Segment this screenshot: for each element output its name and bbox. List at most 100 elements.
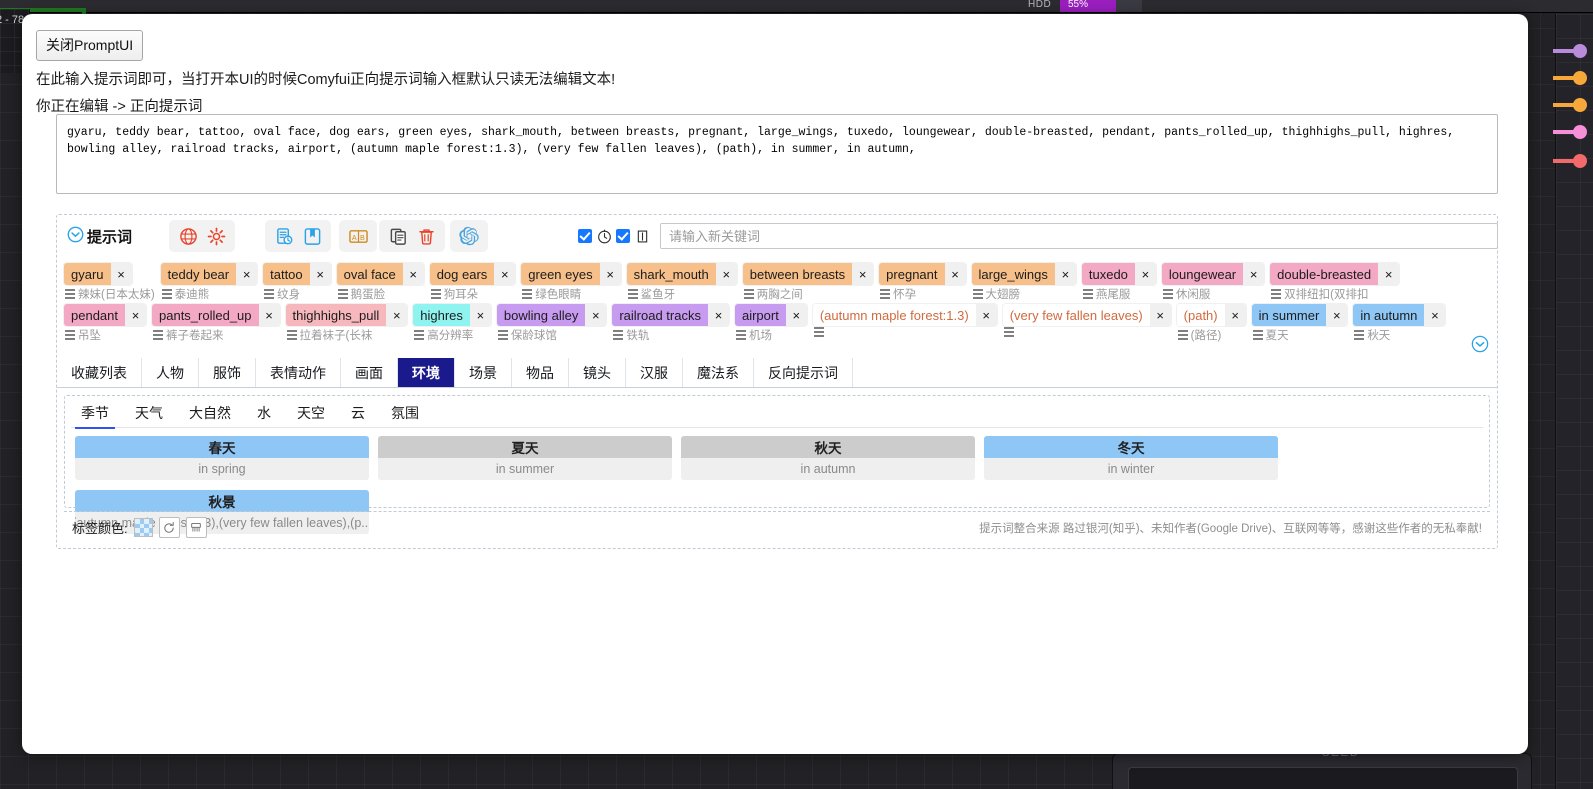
tag-remove-icon[interactable]: × [470,304,491,326]
color-swatch[interactable] [134,518,153,537]
tag-remove-icon[interactable]: × [1243,263,1264,285]
tag-chip[interactable]: loungewear× [1162,263,1264,285]
tag-chip[interactable]: in summer× [1252,304,1348,326]
tag-remove-icon[interactable]: × [976,304,997,326]
tag-translation-label: 两胸之间 [757,286,803,302]
node-port[interactable] [1555,125,1593,139]
tag-remove-icon[interactable]: × [1225,304,1246,326]
tag-remove-icon[interactable]: × [708,304,729,326]
tag-chip[interactable]: oval face× [337,263,424,285]
tag-chip[interactable]: in autumn× [1353,304,1445,326]
tag-chip[interactable]: (very few fallen leaves)× [1003,304,1171,326]
tab-镜头[interactable]: 镜头 [569,358,626,387]
tag-chip[interactable]: highres× [413,304,491,326]
tag-remove-icon[interactable]: × [236,263,257,285]
tab-表情动作[interactable]: 表情动作 [256,358,341,387]
tag-chip[interactable]: between breasts× [743,263,873,285]
node-port[interactable] [1555,71,1593,85]
tag-chip[interactable]: (autumn maple forest:1.3)× [813,304,997,326]
subtab-水[interactable]: 水 [247,400,281,428]
text-cursor-checkbox[interactable] [616,229,630,243]
collapse-tags-icon[interactable] [1471,335,1489,353]
tab-人物[interactable]: 人物 [142,358,199,387]
tag-remove-icon[interactable]: × [494,263,515,285]
openai-icon[interactable] [456,223,482,249]
node-port[interactable] [1555,44,1593,58]
globe-icon[interactable] [175,223,201,249]
translate-ab-icon[interactable]: A B [345,223,371,249]
tag-remove-icon[interactable]: × [111,263,132,285]
tag-chip[interactable]: thighhighs_pull× [286,304,408,326]
tab-魔法系[interactable]: 魔法系 [683,358,754,387]
tag-chip[interactable]: teddy bear× [161,263,257,285]
reset-color-button[interactable] [159,517,180,538]
tag-remove-icon[interactable]: × [716,263,737,285]
close-promptui-button[interactable]: 关闭PromptUI [36,30,143,61]
tag-chip[interactable]: green eyes× [521,263,620,285]
tab-场景[interactable]: 场景 [455,358,512,387]
subtab-大自然[interactable]: 大自然 [179,400,241,428]
tag-chip[interactable]: shark_mouth× [627,263,737,285]
tab-反向提示词[interactable]: 反向提示词 [754,358,853,387]
chevron-down-circle-icon[interactable] [67,226,84,247]
tab-服饰[interactable]: 服饰 [199,358,256,387]
tab-收藏列表[interactable]: 收藏列表 [57,358,142,387]
history-checkbox[interactable] [578,229,592,243]
tag-chip[interactable]: pendant× [64,304,146,326]
clear-color-button[interactable] [186,517,207,538]
tag-remove-icon[interactable]: × [1378,263,1399,285]
preset-card[interactable]: 春天in spring [75,436,369,480]
preset-card[interactable]: 冬天in winter [984,436,1278,480]
trash-icon[interactable] [413,223,439,249]
gear-icon[interactable] [203,223,229,249]
tag-chip[interactable]: bowling alley× [497,304,606,326]
tag-remove-icon[interactable]: × [1055,263,1076,285]
subtab-季节[interactable]: 季节 [71,400,119,428]
preset-card[interactable]: 夏天in summer [378,436,672,480]
tag-remove-icon[interactable]: × [1424,304,1445,326]
node-port[interactable] [1555,98,1593,112]
tag-chip[interactable]: large_wings× [972,263,1076,285]
tag-chip[interactable]: airport× [735,304,807,326]
tag-remove-icon[interactable]: × [786,304,807,326]
tag-chip[interactable]: dog ears× [430,263,516,285]
tag-remove-icon[interactable]: × [600,263,621,285]
tab-画面[interactable]: 画面 [341,358,398,387]
tag-chip[interactable]: pregnant× [879,263,965,285]
tag-remove-icon[interactable]: × [403,263,424,285]
tab-环境[interactable]: 环境 [398,358,455,387]
tag-remove-icon[interactable]: × [1150,304,1171,326]
tag-remove-icon[interactable]: × [1326,304,1347,326]
tag-chip[interactable]: (path)× [1177,304,1246,326]
tag-chip[interactable]: tuxedo× [1082,263,1156,285]
tag-remove-icon[interactable]: × [125,304,146,326]
tab-汉服[interactable]: 汉服 [626,358,683,387]
tag-remove-icon[interactable]: × [945,263,966,285]
tag-remove-icon[interactable]: × [1135,263,1156,285]
background-node-bottom-field[interactable] [1128,767,1518,789]
positive-prompt-textarea[interactable]: gyaru, teddy bear, tattoo, oval face, do… [56,114,1498,194]
new-keyword-input[interactable] [660,223,1498,249]
subtab-天气[interactable]: 天气 [125,400,173,428]
tag-remove-icon[interactable]: × [852,263,873,285]
document-clock-icon[interactable] [271,223,297,249]
toolbar-title[interactable]: 提示词 [67,226,132,247]
bookmark-icon[interactable] [299,223,325,249]
node-port[interactable] [1555,154,1593,168]
subtab-天空[interactable]: 天空 [287,400,335,428]
tag-remove-icon[interactable]: × [585,304,606,326]
background-node-right[interactable] [1555,14,1593,789]
tag-chip[interactable]: railroad tracks× [612,304,729,326]
tag-chip[interactable]: tattoo× [263,263,331,285]
tag-chip[interactable]: gyaru× [64,263,132,285]
tag-chip[interactable]: pants_rolled_up× [152,304,280,326]
subtab-氛围[interactable]: 氛围 [381,400,429,428]
tag-remove-icon[interactable]: × [310,263,331,285]
preset-card[interactable]: 秋天in autumn [681,436,975,480]
tag-chip[interactable]: double-breasted× [1270,263,1399,285]
subtab-云[interactable]: 云 [341,400,375,428]
tab-物品[interactable]: 物品 [512,358,569,387]
tag-remove-icon[interactable]: × [259,304,280,326]
copy-icon[interactable] [385,223,411,249]
tag-remove-icon[interactable]: × [386,304,407,326]
